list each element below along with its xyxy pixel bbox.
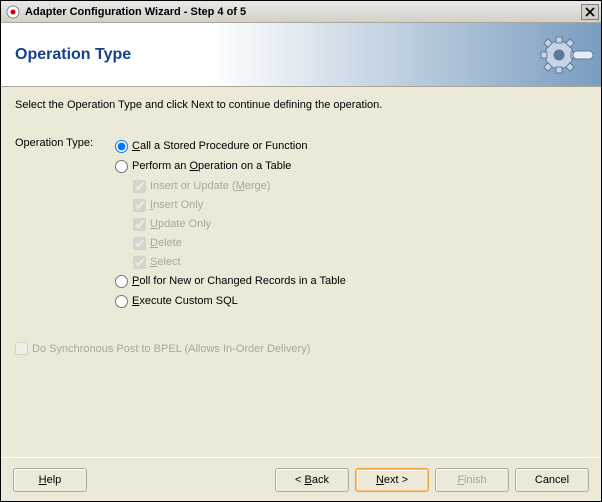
checkbox-update (133, 218, 146, 231)
instruction-text: Select the Operation Type and click Next… (15, 99, 587, 111)
check-synchronous-post: Do Synchronous Post to BPEL (Allows In-O… (15, 342, 587, 355)
operation-type-row: Operation Type: Call a Stored Procedure … (15, 137, 587, 312)
app-icon (5, 4, 21, 20)
checkbox-merge (133, 180, 146, 193)
checkbox-label: Update Only (150, 218, 211, 230)
check-insert-update-merge: Insert or Update (Merge) (133, 177, 587, 195)
radio-label: Perform an Operation on a Table (132, 160, 291, 172)
page-title: Operation Type (15, 46, 131, 64)
radio-label: Poll for New or Changed Records in a Tab… (132, 275, 346, 287)
wizard-header: Operation Type (1, 23, 601, 87)
wizard-window: Adapter Configuration Wizard - Step 4 of… (0, 0, 602, 502)
radio-label: Execute Custom SQL (132, 295, 238, 307)
help-button[interactable]: Help (13, 468, 87, 492)
cancel-button[interactable]: Cancel (515, 468, 589, 492)
checkbox-label: Do Synchronous Post to BPEL (Allows In-O… (32, 343, 310, 355)
check-select: Select (133, 253, 587, 271)
checkbox-label: Insert or Update (Merge) (150, 180, 270, 192)
operation-type-label: Operation Type: (15, 137, 115, 149)
check-update-only: Update Only (133, 215, 587, 233)
operation-options: Call a Stored Procedure or Function Perf… (115, 137, 587, 312)
close-icon (585, 7, 595, 17)
checkbox-delete (133, 237, 146, 250)
gear-icon (537, 27, 593, 86)
close-button[interactable] (581, 4, 599, 20)
checkbox-select (133, 256, 146, 269)
radio-execute-custom-sql[interactable]: Execute Custom SQL (115, 292, 587, 310)
finish-button: Finish (435, 468, 509, 492)
radio-input-custom[interactable] (115, 295, 128, 308)
radio-call-stored-procedure[interactable]: Call a Stored Procedure or Function (115, 137, 587, 155)
radio-label: Call a Stored Procedure or Function (132, 140, 308, 152)
checkbox-label: Select (150, 256, 181, 268)
back-button[interactable]: < Back (275, 468, 349, 492)
next-button[interactable]: Next > (355, 468, 429, 492)
radio-poll-records[interactable]: Poll for New or Changed Records in a Tab… (115, 272, 587, 290)
checkbox-sync (15, 342, 28, 355)
check-insert-only: Insert Only (133, 196, 587, 214)
checkbox-insert (133, 199, 146, 212)
radio-input-perform[interactable] (115, 160, 128, 173)
title-bar: Adapter Configuration Wizard - Step 4 of… (1, 1, 601, 23)
check-delete: Delete (133, 234, 587, 252)
window-title: Adapter Configuration Wizard - Step 4 of… (25, 6, 581, 18)
radio-input-call-sp[interactable] (115, 140, 128, 153)
checkbox-label: Insert Only (150, 199, 203, 211)
radio-input-poll[interactable] (115, 275, 128, 288)
checkbox-label: Delete (150, 237, 182, 249)
wizard-button-bar: Help < Back Next > Finish Cancel (1, 457, 601, 501)
wizard-content: Select the Operation Type and click Next… (1, 87, 601, 457)
radio-perform-operation[interactable]: Perform an Operation on a Table (115, 157, 587, 175)
